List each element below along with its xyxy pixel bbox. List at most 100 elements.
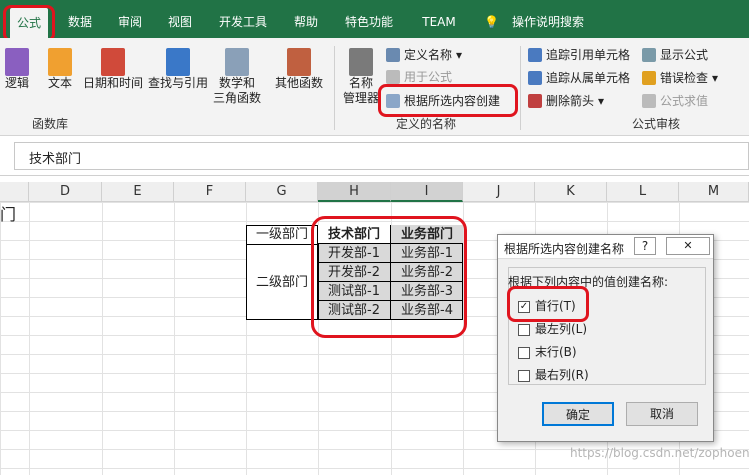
show-formulas-label: 显示公式: [660, 48, 709, 62]
ok-button[interactable]: 确定: [542, 402, 614, 426]
group-formula-auditing: 公式审核: [632, 117, 681, 131]
tell-me-search[interactable]: 操作说明搜索: [506, 10, 590, 34]
cell-i-row[interactable]: 业务部-2: [391, 263, 463, 282]
cell-h-row[interactable]: 开发部-2: [318, 263, 391, 282]
show-formulas-icon: [642, 47, 656, 62]
checkbox-icon[interactable]: [518, 346, 530, 359]
math-label-1: 数学和: [218, 76, 255, 90]
column-header-l[interactable]: L: [607, 182, 679, 202]
lightbulb-icon: 💡: [484, 15, 499, 29]
cell-i-row[interactable]: 业务部-1: [391, 244, 463, 263]
option-right-column[interactable]: 最右列(R): [518, 366, 589, 383]
cell-h-row[interactable]: 测试部-2: [318, 301, 391, 320]
create-from-selection-label: 根据所选内容创建: [404, 94, 501, 108]
create-from-selection-icon: [386, 93, 400, 108]
cell-level1[interactable]: 一级部门: [247, 225, 317, 244]
cell-h-row[interactable]: 测试部-1: [318, 282, 391, 301]
cell-level2[interactable]: 二级部门: [247, 273, 317, 292]
column-header-j[interactable]: J: [463, 182, 535, 202]
option-left-column[interactable]: 最左列(L): [518, 320, 587, 337]
column-header-i[interactable]: I: [391, 182, 463, 202]
dropdown-arrow-icon: ▾: [456, 47, 463, 62]
table-divider: [246, 244, 318, 245]
lookup-button[interactable]: 查找与引用: [146, 48, 210, 91]
ribbon-separator: [334, 46, 335, 130]
warning-icon: [642, 70, 656, 85]
gridline: [29, 202, 30, 475]
name-manager-label-2: 管理器: [342, 91, 379, 105]
use-in-formula-button[interactable]: 用于公式: [386, 68, 452, 85]
formula-input[interactable]: 技术部门: [14, 142, 749, 170]
gridline: [102, 202, 103, 475]
column-header-h[interactable]: H: [318, 182, 391, 202]
logical-label: 逻辑: [4, 76, 29, 90]
cell-h-header[interactable]: 技术部门: [318, 225, 391, 244]
tab-developer[interactable]: 开发工具: [212, 10, 274, 34]
watermark: https://blog.csdn.net/zophoenix: [570, 446, 749, 460]
tab-formulas[interactable]: 公式: [10, 8, 48, 38]
dialog-prompt: 根据下列内容中的值创建名称:: [508, 275, 669, 289]
trace-dependents-button[interactable]: 追踪从属单元格: [528, 69, 630, 86]
error-check-label: 错误检查: [660, 71, 709, 85]
column-header-d[interactable]: D: [29, 182, 102, 202]
remove-arrows-label: 删除箭头: [546, 94, 595, 108]
remove-arrow-icon: [528, 93, 542, 108]
trace-dependents-label: 追踪从属单元格: [546, 71, 631, 85]
cell-c2[interactable]: 门: [0, 205, 29, 224]
text-button[interactable]: 文本: [44, 48, 76, 91]
trace-arrow-icon: [528, 47, 542, 62]
more-functions-button[interactable]: 其他函数: [272, 48, 326, 91]
trace-precedents-button[interactable]: 追踪引用单元格: [528, 46, 630, 63]
evaluate-formula-button[interactable]: 公式求值: [642, 92, 708, 109]
calendar-icon: [101, 48, 125, 76]
checkbox-checked-icon[interactable]: ✓: [518, 300, 530, 313]
option-right-column-label: 最右列(R): [535, 368, 589, 382]
checkbox-icon[interactable]: [518, 369, 530, 382]
tab-help[interactable]: 帮助: [288, 10, 324, 34]
evaluate-icon: [642, 93, 656, 108]
logical-button[interactable]: 逻辑: [2, 48, 32, 91]
close-button[interactable]: ✕: [666, 237, 710, 255]
tab-team[interactable]: TEAM: [414, 10, 464, 34]
ribbon-separator: [520, 46, 521, 130]
column-header-k[interactable]: K: [535, 182, 607, 202]
theta-icon: [225, 48, 249, 76]
datetime-button[interactable]: 日期和时间: [82, 48, 144, 91]
cell-i-header[interactable]: 业务部门: [391, 225, 463, 244]
help-button[interactable]: ?: [634, 237, 656, 255]
math-label-2: 三角函数: [212, 91, 261, 105]
column-header-g[interactable]: G: [246, 182, 318, 202]
text-icon: [48, 48, 72, 76]
logical-icon: [5, 48, 29, 76]
trace-precedents-label: 追踪引用单元格: [546, 48, 631, 62]
column-header-c[interactable]: [0, 182, 29, 202]
create-from-selection-button[interactable]: 根据所选内容创建: [386, 92, 500, 109]
cell-i-row[interactable]: 业务部-3: [391, 282, 463, 301]
tab-review[interactable]: 审阅: [112, 10, 148, 34]
math-button[interactable]: 数学和 三角函数: [210, 48, 264, 106]
column-header-m[interactable]: M: [679, 182, 749, 202]
show-formulas-button[interactable]: 显示公式: [642, 46, 708, 63]
checkbox-icon[interactable]: [518, 323, 530, 336]
use-in-formula-label: 用于公式: [404, 70, 453, 84]
option-left-column-label: 最左列(L): [535, 322, 588, 336]
option-top-row-label: 首行(T): [535, 299, 576, 313]
tab-view[interactable]: 视图: [162, 10, 198, 34]
tab-data[interactable]: 数据: [62, 10, 98, 34]
remove-arrows-button[interactable]: 删除箭头 ▾: [528, 92, 604, 109]
option-top-row[interactable]: ✓ 首行(T): [518, 297, 576, 314]
gridline: [463, 202, 464, 475]
error-check-button[interactable]: 错误检查 ▾: [642, 69, 718, 86]
option-bottom-row[interactable]: 末行(B): [518, 343, 577, 360]
dropdown-arrow-icon: ▾: [712, 70, 719, 85]
define-name-button[interactable]: 定义名称 ▾: [386, 46, 462, 63]
create-names-dialog: 根据所选内容创建名称 ? ✕ 根据下列内容中的值创建名称: ✓ 首行(T) 最左列…: [497, 234, 714, 442]
tab-special[interactable]: 特色功能: [338, 10, 400, 34]
column-header-e[interactable]: E: [102, 182, 174, 202]
cell-h-row[interactable]: 开发部-1: [318, 244, 391, 263]
cancel-button[interactable]: 取消: [626, 402, 698, 426]
name-manager-button[interactable]: 名称 管理器: [340, 48, 382, 106]
cell-i-row[interactable]: 业务部-4: [391, 301, 463, 320]
column-header-f[interactable]: F: [174, 182, 246, 202]
more-functions-icon: [287, 48, 311, 76]
